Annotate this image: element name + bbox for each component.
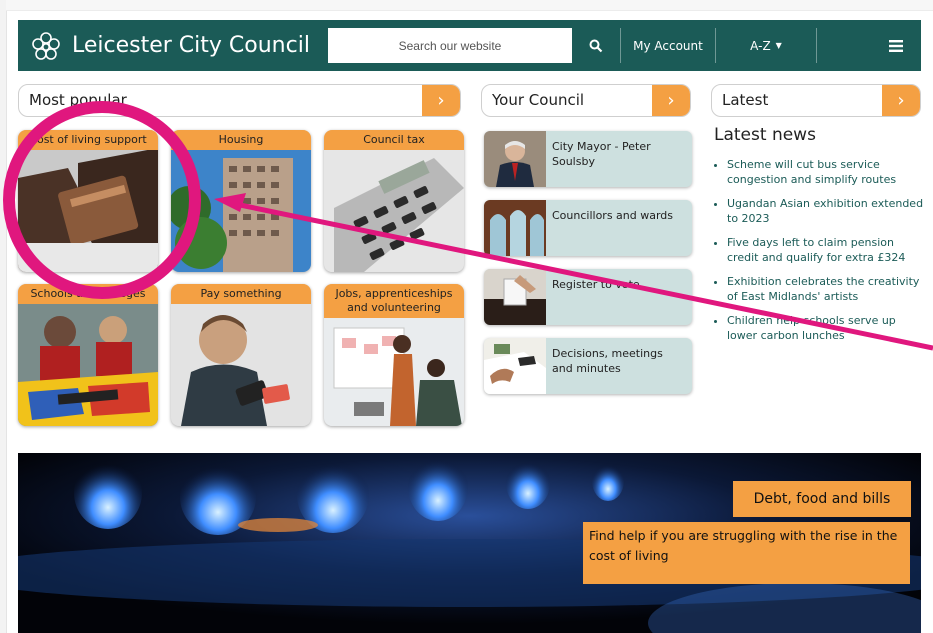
annotation-overlay	[3, 101, 933, 351]
highlight-circle	[3, 101, 201, 299]
annotation-arrow-line	[239, 202, 933, 351]
arrow-head-icon	[214, 193, 246, 212]
